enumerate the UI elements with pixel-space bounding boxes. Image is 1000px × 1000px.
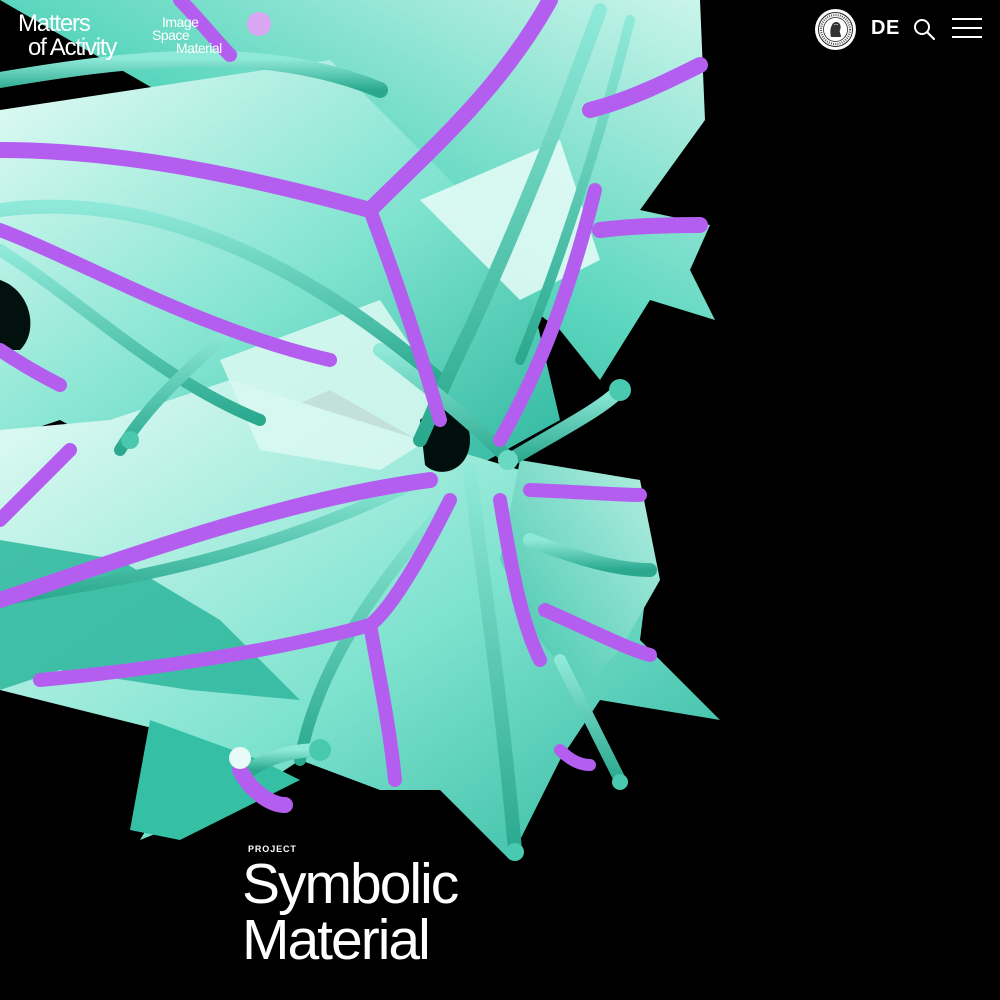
hero-artwork	[0, 0, 720, 861]
hamburger-menu-icon[interactable]	[952, 17, 982, 39]
logo-line-1: Matters	[18, 10, 91, 37]
logo-wordmark: Matters of Activity	[18, 12, 158, 60]
seal-graphic	[818, 12, 853, 47]
search-icon[interactable]	[912, 17, 936, 41]
logo-sub-3: Material	[176, 40, 222, 56]
page-title: Symbolic Material	[242, 852, 459, 972]
page-title-line-2: Material	[242, 908, 431, 972]
university-seal-icon[interactable]	[815, 9, 856, 50]
logo-dot	[247, 12, 271, 36]
logo-line-2: of Activity	[28, 34, 117, 61]
logo-subtitle: Image Space Material	[152, 15, 222, 56]
language-switch-button[interactable]: DE	[871, 17, 900, 40]
page-title-line-1: Symbolic	[242, 852, 459, 916]
page: Matters of Activity Image Space Material…	[0, 0, 1000, 1000]
